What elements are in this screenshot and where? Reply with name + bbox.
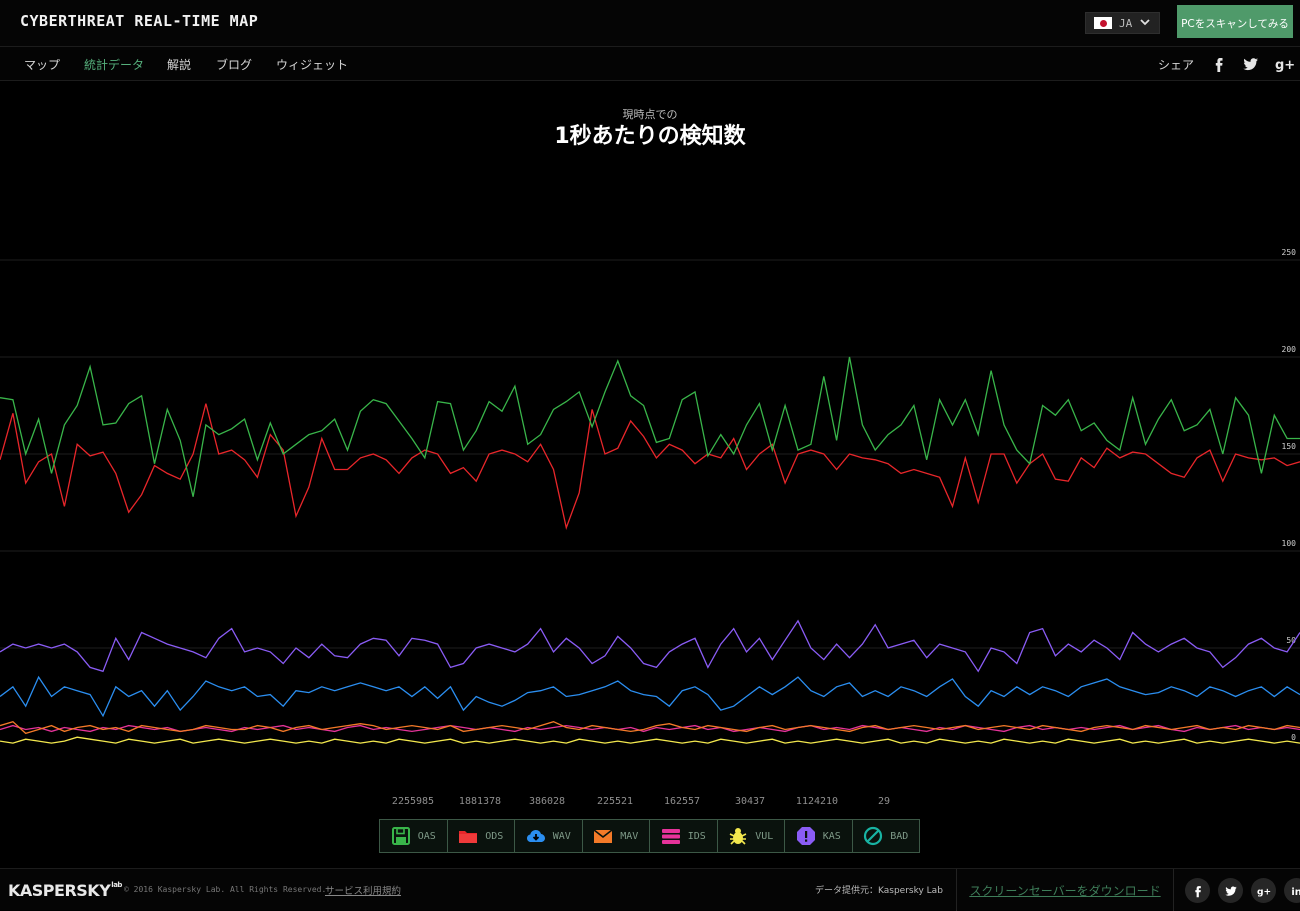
count-ods: 1881378: [458, 796, 502, 807]
envelope-icon: [593, 826, 613, 846]
legend-label-ids: IDS: [687, 830, 706, 842]
y-tick-label: 200: [1282, 345, 1297, 354]
floppy-disk-icon: [391, 826, 411, 846]
footer: KASPERSKYlab © 2016 Kaspersky Lab. All R…: [0, 868, 1300, 911]
nav-item-explanation[interactable]: 解説: [167, 56, 191, 73]
folder-icon: [458, 826, 478, 846]
exclamation-icon: [796, 826, 816, 846]
chevron-down-icon: [1140, 17, 1150, 30]
legend-label-wav: WAV: [552, 830, 571, 842]
count-ids: 162557: [663, 796, 701, 807]
legend-item-mav[interactable]: MAV: [583, 820, 650, 852]
facebook-icon[interactable]: [1185, 878, 1210, 903]
language-code: JA: [1119, 16, 1133, 30]
scan-pc-button[interactable]: PCをスキャンしてみる: [1177, 5, 1293, 38]
detections-line-chart: 050100150200250: [0, 248, 1300, 744]
legend-label-kas: KAS: [822, 830, 841, 842]
server-icon: [661, 826, 681, 846]
legend-item-oas[interactable]: OAS: [380, 820, 448, 852]
facebook-icon[interactable]: [1209, 54, 1229, 74]
legend-label-oas: OAS: [417, 830, 436, 842]
legend-label-vul: VUL: [755, 830, 774, 842]
legend-label-ods: ODS: [485, 830, 504, 842]
series-line-vul: [0, 736, 1300, 744]
count-oas: 2255985: [391, 796, 435, 807]
nav-item-blog[interactable]: ブログ: [216, 56, 252, 73]
blocked-icon: [863, 826, 883, 846]
twitter-icon[interactable]: [1218, 878, 1243, 903]
y-tick-label: 0: [1291, 733, 1296, 742]
legend-item-ids[interactable]: IDS: [650, 820, 718, 852]
bug-icon: [728, 826, 748, 846]
chart-title: 1秒あたりの検知数: [554, 124, 746, 149]
twitter-icon[interactable]: [1241, 54, 1261, 74]
count-bad: 29: [877, 796, 891, 807]
screensaver-download-link[interactable]: スクリーンセーバーをダウンロード: [956, 869, 1174, 911]
share-label: シェア: [1158, 58, 1195, 72]
top-bar: CYBERTHREAT REAL-TIME MAP JA PCをスキャンしてみる: [0, 0, 1300, 47]
nav-item-widget[interactable]: ウィジェット: [276, 56, 348, 73]
legend-item-vul[interactable]: VUL: [718, 820, 785, 852]
language-selector[interactable]: JA: [1085, 12, 1160, 34]
legend-item-bad[interactable]: BAD: [853, 820, 920, 852]
brand-title[interactable]: CYBERTHREAT REAL-TIME MAP: [20, 12, 258, 30]
y-tick-label: 150: [1282, 442, 1297, 451]
nav-item-statistics[interactable]: 統計データ: [84, 56, 144, 73]
copyright-text: © 2016 Kaspersky Lab. All Rights Reserve…: [124, 885, 327, 894]
legend-toggle-bar: OAS ODS WAV MAV IDS VUL KAS BAD: [379, 819, 920, 853]
legend-item-wav[interactable]: WAV: [515, 820, 583, 852]
y-tick-label: 100: [1282, 539, 1297, 548]
legend-item-ods[interactable]: ODS: [448, 820, 515, 852]
logo-suffix: lab: [111, 881, 122, 889]
svg-text:g+: g+: [1275, 58, 1294, 73]
google-plus-icon[interactable]: g+: [1274, 54, 1295, 74]
data-provider-text: データ提供元：Kaspersky Lab: [815, 886, 943, 896]
main-nav: マップ 統計データ 解説 ブログ ウィジェット シェア g+: [0, 47, 1300, 81]
google-plus-icon[interactable]: g+: [1251, 878, 1276, 903]
linkedin-icon[interactable]: in: [1284, 878, 1300, 903]
logo-text: KASPERSKY: [8, 881, 111, 900]
y-tick-label: 250: [1282, 248, 1297, 257]
legend-item-kas[interactable]: KAS: [785, 820, 853, 852]
nav-item-map[interactable]: マップ: [24, 56, 60, 73]
svg-text:g+: g+: [1257, 887, 1271, 897]
count-mav: 225521: [596, 796, 634, 807]
japan-flag-icon: [1094, 17, 1112, 29]
count-wav: 386028: [528, 796, 566, 807]
legend-label-mav: MAV: [620, 830, 639, 842]
terms-link[interactable]: サービス利用規約: [325, 883, 401, 897]
series-line-wav: [0, 675, 1300, 718]
kaspersky-logo[interactable]: KASPERSKYlab: [8, 881, 122, 900]
cloud-download-icon: [526, 826, 546, 846]
legend-label-bad: BAD: [890, 830, 909, 842]
svg-text:in: in: [1291, 887, 1300, 898]
series-line-oas: [0, 356, 1300, 497]
count-kas: 1124210: [795, 796, 839, 807]
series-line-kas: [0, 619, 1300, 673]
count-vul: 30437: [734, 796, 766, 807]
